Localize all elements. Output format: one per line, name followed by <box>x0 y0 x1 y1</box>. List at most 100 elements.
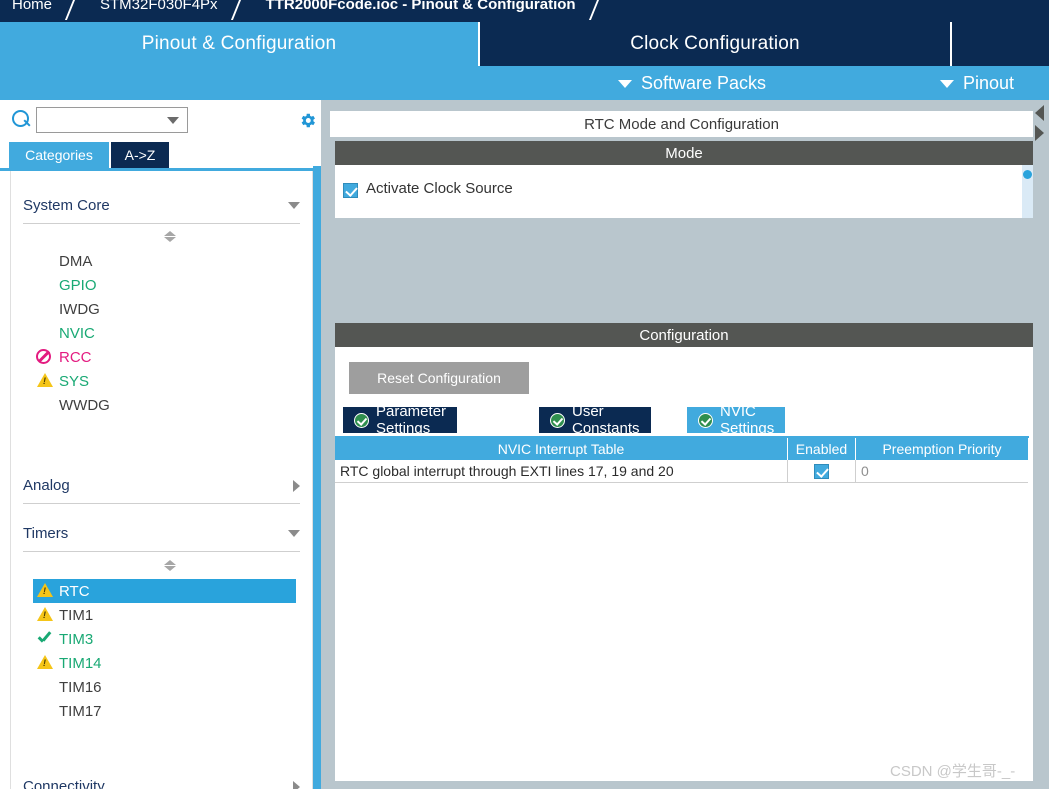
sidebar-item-label: RTC <box>59 582 90 600</box>
breadcrumb-item-device[interactable]: STM32F030F4Px <box>88 0 228 22</box>
breadcrumb-separator <box>228 0 254 22</box>
sidebar-item-label: TIM17 <box>59 702 102 720</box>
sidebar-group-connectivity[interactable]: Connectivity <box>23 769 300 789</box>
page-title: RTC Mode and Configuration <box>330 111 1033 137</box>
mode-section-header: Mode <box>335 141 1033 165</box>
breadcrumb: Home STM32F030F4Px TTR2000Fcode.ioc - Pi… <box>0 0 1049 22</box>
reset-configuration-button[interactable]: Reset Configuration <box>349 362 529 394</box>
column-header-preemption-priority[interactable]: Preemption Priority <box>856 438 1028 460</box>
sidebar-group-label: Analog <box>23 477 70 494</box>
chevron-down-icon[interactable] <box>288 202 300 209</box>
status-warning-icon <box>33 654 59 672</box>
nvic-interrupt-table: NVIC Interrupt Table Enabled Preemption … <box>335 436 1029 483</box>
sidebar-item-nvic[interactable]: NVIC <box>33 321 298 345</box>
tab-project-manager[interactable] <box>952 22 1049 66</box>
mode-scroll-thumb[interactable] <box>1023 170 1032 179</box>
chevron-down-icon[interactable] <box>288 530 300 537</box>
pinout-menu[interactable]: Pinout <box>940 66 1014 100</box>
breadcrumb-item-home[interactable]: Home <box>0 0 62 22</box>
sidebar-item-gpio[interactable]: GPIO <box>33 273 298 297</box>
sidebar-item-tim17[interactable]: TIM17 <box>33 699 298 723</box>
tab-label: User Constants <box>572 403 640 437</box>
pinout-label: Pinout <box>963 72 1015 93</box>
tab-nvic-settings[interactable]: NVIC Settings <box>687 403 786 437</box>
sidebar-item-wwdg[interactable]: WWDG <box>33 393 298 417</box>
software-packs-label: Software Packs <box>641 72 767 93</box>
status-none-icon <box>33 300 59 318</box>
sidebar-item-label: DMA <box>59 252 93 270</box>
cell-enabled[interactable] <box>788 460 856 483</box>
sidebar-item-label: NVIC <box>59 324 95 342</box>
sidebar-item-tim1[interactable]: TIM1 <box>33 603 298 627</box>
tab-label: NVIC Settings <box>720 403 775 437</box>
cell-preemption-priority[interactable]: 0 <box>856 460 1028 483</box>
status-blocked-icon <box>33 348 59 366</box>
sidebar-item-label: RCC <box>59 348 92 366</box>
tab-parameter-settings[interactable]: Parameter Settings <box>343 403 458 437</box>
tab-clock-configuration[interactable]: Clock Configuration <box>480 22 950 66</box>
chevron-down-icon <box>618 80 632 88</box>
mode-section-body: Activate Clock Source <box>335 165 1033 218</box>
expand-right-arrow-icon[interactable] <box>1035 125 1044 141</box>
enabled-checkbox[interactable] <box>814 463 829 479</box>
chevron-down-icon <box>940 80 954 88</box>
sidebar-view-tabs: Categories A->Z <box>0 142 330 168</box>
status-warning-icon <box>33 582 59 600</box>
tab-pinout-configuration[interactable]: Pinout & Configuration <box>0 22 478 66</box>
breadcrumb-item-current[interactable]: TTR2000Fcode.ioc - Pinout & Configuratio… <box>254 0 586 22</box>
configuration-section-header: Configuration <box>335 323 1033 347</box>
tab-a-to-z[interactable]: A->Z <box>111 142 169 168</box>
sidebar-item-sys[interactable]: SYS <box>33 369 298 393</box>
sidebar-group-analog[interactable]: Analog <box>23 468 300 504</box>
table-header-row: NVIC Interrupt Table Enabled Preemption … <box>335 438 1029 460</box>
status-ok-icon <box>33 630 59 648</box>
sidebar-item-dma[interactable]: DMA <box>33 249 298 273</box>
search-input[interactable] <box>41 110 163 130</box>
panel-divider[interactable] <box>321 100 330 789</box>
chevron-right-icon[interactable] <box>293 479 300 492</box>
mode-scrollbar[interactable] <box>1022 165 1033 218</box>
watermark: CSDN @学生哥-_- <box>890 763 1016 780</box>
check-circle-icon <box>354 412 369 428</box>
sidebar-item-label: TIM1 <box>59 606 94 624</box>
chevron-right-icon[interactable] <box>293 780 300 789</box>
sidebar-item-label: TIM16 <box>59 678 102 696</box>
search-icon[interactable] <box>12 110 31 129</box>
search-combobox[interactable] <box>36 107 188 133</box>
table-row[interactable]: RTC global interrupt through EXTI lines … <box>335 460 1029 483</box>
status-none-icon <box>33 678 59 696</box>
activate-clock-source-checkbox[interactable] <box>343 183 358 198</box>
sidebar-group-label: Connectivity <box>23 778 105 789</box>
sidebar-item-tim3[interactable]: TIM3 <box>33 627 298 651</box>
column-header-enabled[interactable]: Enabled <box>788 438 856 460</box>
configuration-section-body: Reset Configuration Parameter Settings U… <box>335 347 1033 781</box>
sidebar-item-tim16[interactable]: TIM16 <box>33 675 298 699</box>
sidebar-item-label: TIM3 <box>59 630 94 648</box>
status-none-icon <box>33 702 59 720</box>
status-warning-icon <box>33 372 59 390</box>
sidebar-item-iwdg[interactable]: IWDG <box>33 297 298 321</box>
status-none-icon <box>33 396 59 414</box>
sidebar-item-rcc[interactable]: RCC <box>33 345 298 369</box>
sidebar-scrollbar[interactable] <box>313 166 321 789</box>
sidebar-search-row <box>0 100 330 138</box>
tab-label: Parameter Settings <box>376 403 447 437</box>
gear-icon[interactable] <box>298 111 317 130</box>
main-tab-strip: Pinout & Configuration Clock Configurati… <box>0 22 1049 66</box>
collapse-left-arrow-icon[interactable] <box>1035 105 1044 121</box>
sidebar-item-tim14[interactable]: TIM14 <box>33 651 298 675</box>
activate-clock-source-label: Activate Clock Source <box>366 180 513 197</box>
software-packs-menu[interactable]: Software Packs <box>618 66 766 100</box>
tab-user-constants[interactable]: User Constants <box>539 403 651 437</box>
tree-split-grip[interactable] <box>161 560 179 572</box>
sidebar-group-timers[interactable]: Timers <box>23 516 300 552</box>
column-header-interrupt[interactable]: NVIC Interrupt Table <box>335 438 788 460</box>
tab-categories[interactable]: Categories <box>9 142 109 168</box>
check-circle-icon <box>698 412 713 428</box>
sidebar-group-system-core[interactable]: System Core <box>23 188 300 224</box>
chevron-down-icon[interactable] <box>167 117 179 124</box>
sidebar-item-rtc[interactable]: RTC <box>33 579 296 603</box>
status-none-icon <box>33 252 59 270</box>
tree-split-grip[interactable] <box>161 231 179 243</box>
sidebar-item-label: GPIO <box>59 276 97 294</box>
